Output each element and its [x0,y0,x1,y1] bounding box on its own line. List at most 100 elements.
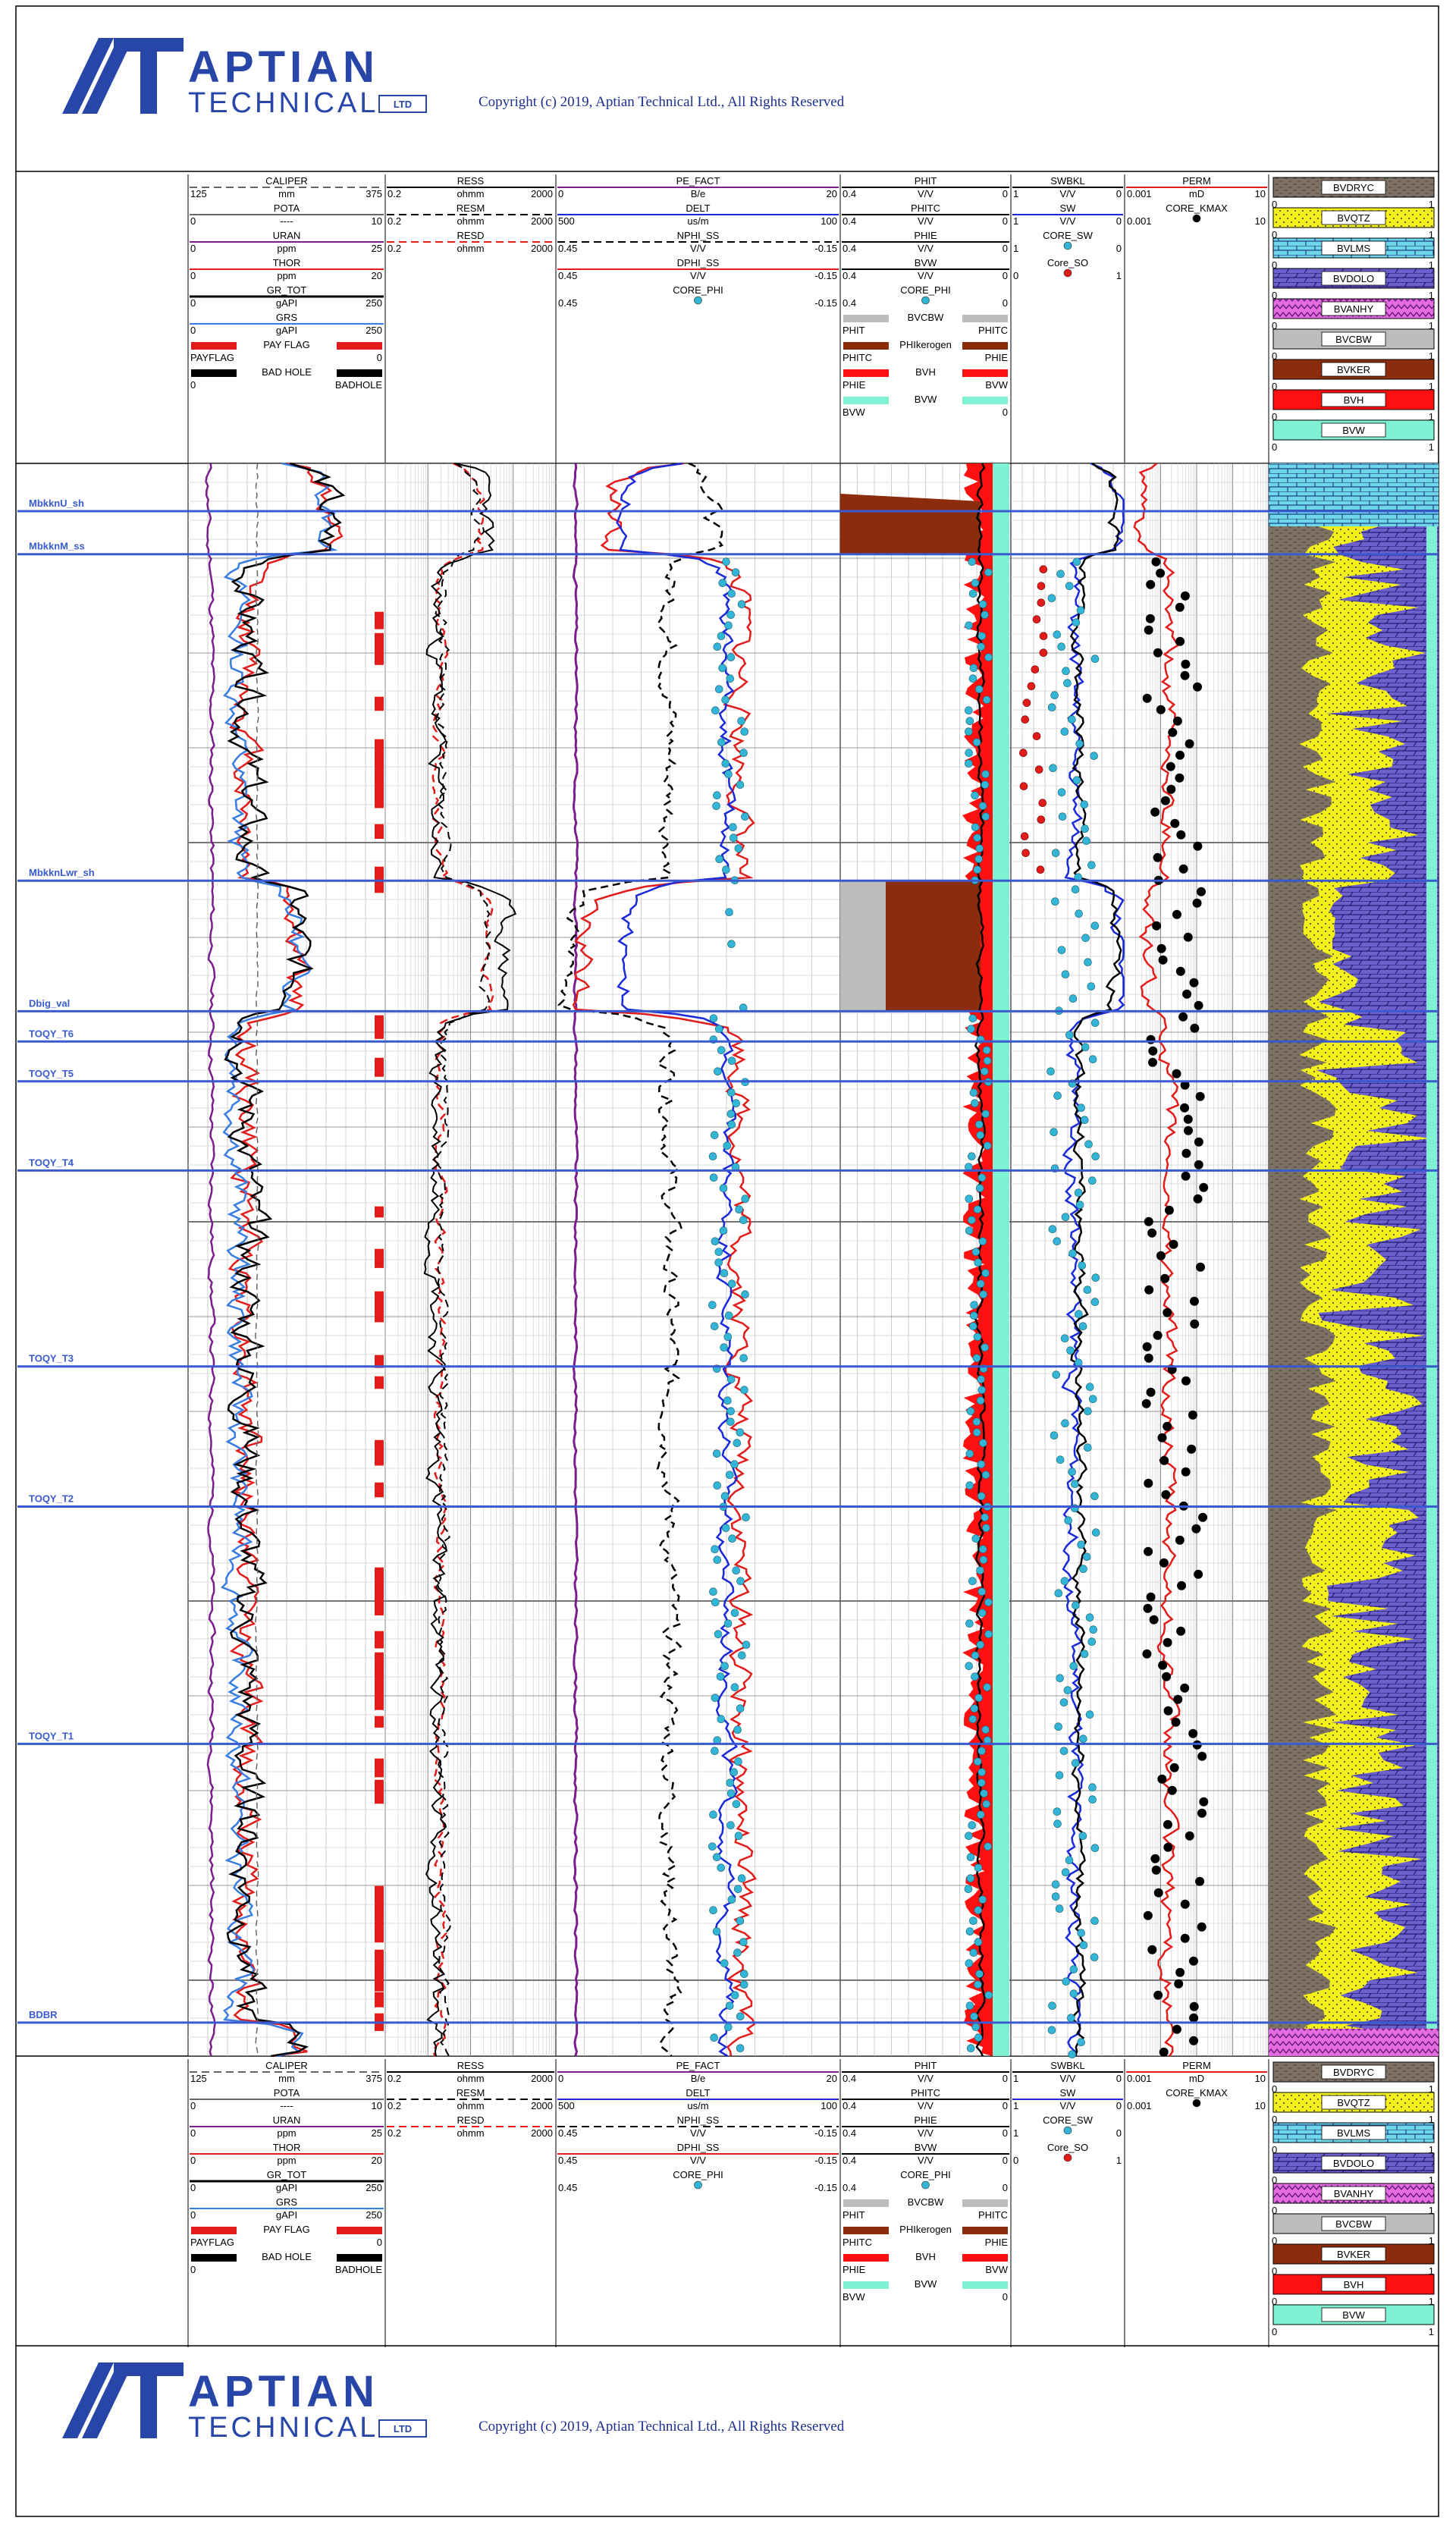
core-sw-point [1091,1152,1100,1160]
core-phi-point [723,2023,733,2031]
hdr-max-perm-5-0-bottom: 10 [1255,2073,1266,2084]
core-sw-point [1046,1067,1055,1075]
core-phi-point-t4 [965,717,974,726]
core-sw-point [1085,1613,1094,1621]
hdr-name-bvw-3-3-bottom: BVW [915,2142,937,2153]
hdr-fill-left-bvh-3-2: PHIE [843,379,866,391]
top-label-mbkknlwr_sh: MbkknLwr_sh [29,867,95,878]
core-kmax-point [1169,1763,1179,1772]
core-kmax-point [1163,1706,1173,1716]
core-phi-point-t4 [965,1619,974,1628]
core-phi-point [736,2044,745,2052]
hdr-max-resm-1-1: 2000 [531,215,553,227]
core-kmax-point [1199,1797,1209,1807]
payflag-mark [375,1015,384,1039]
core-sw-point [1078,1832,1087,1840]
hdr-name-resm-1-1: RESM [457,202,485,214]
hdr-min-core_kmax-5-1-bottom: 0.001 [1127,2100,1152,2111]
hdr-fill-name-phikerogen-3-1-bottom: PHIkerogen [899,2224,952,2235]
hdr-min-ress-1-0-bottom: 0.2 [388,2073,401,2084]
hdr-unit-perm-5-0: mD [1189,188,1204,199]
hdr-name-delt-2-1-bottom: DELT [686,2087,710,2099]
core-kmax-point [1198,1512,1208,1522]
core-phi-point-t4 [965,1662,973,1670]
hdr-max-dphi_ss-2-3-bottom: -0.15 [814,2155,837,2166]
copyright-text: Copyright (c) 2019, Aptian Technical Ltd… [479,94,845,110]
lith-min-bvw-bottom: 0 [1272,2326,1277,2337]
core-phi-point [740,1970,748,1978]
core-phi-point [711,1694,720,1702]
core-kmax-point [1197,1751,1207,1761]
core-kmax-point [1188,1410,1197,1420]
core-phi-point [720,1492,730,1500]
core-phi-point [711,1545,719,1553]
core-phi-point [714,1258,723,1267]
core-sw-point [1047,2026,1056,2034]
core-sw-point [1075,1310,1083,1318]
hdr-fill-swatch-b-bad-hole-0-1-bottom [337,2254,382,2262]
core-kmax-point [1159,1558,1169,1568]
hdr-unit-resd-1-2-bottom: ohmm [457,2127,484,2139]
hdr-max-phit-3-0: 0 [1003,188,1008,199]
core-phi-point [719,1226,728,1235]
core-phi-point-t4 [978,1609,987,1617]
hdr-name-phit-3-0-bottom: PHIT [915,2060,937,2071]
core-so-point [1039,565,1048,574]
payflag-mark [375,1928,384,1943]
payflag-mark [375,760,384,783]
core-phi-point-t4 [964,1885,973,1893]
core-phi-point [729,823,737,831]
core-sw-point [1053,630,1062,639]
lith-label-bvqtz-bottom: BVQTZ [1337,2097,1370,2108]
core-phi-point-t4 [966,1853,975,1861]
core-phi-point-t4 [968,1577,977,1585]
track-3-grid [555,463,841,2057]
core-sw-point [1088,1795,1097,1804]
hdr-name-perm-5-0-bottom: PERM [1182,2060,1211,2071]
hdr-max-nphi_ss-2-2: -0.15 [814,243,837,254]
core-kmax-point [1141,1399,1151,1408]
hdr-fill-right-bad-hole-0-1: BADHOLE [335,379,382,391]
header-logo: APTIAN TECHNICAL LTD Copyright (c) 2019,… [62,38,845,119]
core-phi-point-t4 [970,2012,978,2020]
hdr-min-resm-1-1-bottom: 0.2 [388,2100,401,2111]
core-kmax-point [1144,1353,1153,1363]
core-so-point [1020,832,1029,840]
core-phi-point [730,1991,739,1999]
lith-label-bvdolo: BVDOLO [1333,273,1374,284]
core-kmax-point [1175,1967,1185,1977]
hdr-fill-right-bvw-3-3-bottom: 0 [1003,2291,1008,2303]
core-phi-point-t4 [974,855,983,863]
core-kmax-point [1153,1330,1163,1340]
hdr-fill-swatch-a-bad-hole-0-1-bottom [191,2254,237,2262]
core-phi-point-t4 [977,1768,987,1776]
hdr-unit-phitc-3-1-bottom: V/V [918,2100,934,2111]
core-so-point [1036,865,1045,874]
core-phi-point-t4 [977,1460,986,1468]
hdr-fill-name-bvh-3-2-bottom: BVH [915,2251,936,2262]
core-phi-point [717,632,726,641]
logo-name-a: APTIAN [188,42,379,92]
core-sw-point [1077,1103,1085,1112]
payflag-mark [375,696,384,711]
hdr-max-phie-3-2: 0 [1003,243,1008,254]
core-kmax-point [1175,773,1185,783]
core-kmax-point [1175,1535,1185,1545]
top-label-toqy_t1: TOQY_T1 [29,1730,74,1741]
hdr-max-phitc-3-1: 0 [1003,215,1008,227]
core-kmax-point [1197,887,1206,896]
core-kmax-point [1189,1296,1199,1306]
core-sw-point [1059,1747,1068,1755]
core-kmax-point [1175,636,1185,646]
core-sw-point [1090,1917,1099,1925]
core-phi-point [717,1046,726,1054]
hdr-min-core_phi-2-4-bottom: 0.45 [558,2182,577,2193]
hdr-name-pota-0-1-bottom: POTA [274,2087,300,2099]
hdr-max-core_sw-4-2: 0 [1116,243,1122,254]
hdr-fill-swatch-a-bvcbw-3-0-bottom [843,2199,889,2207]
core-kmax-point [1195,1091,1205,1101]
core-sw-point [1065,1856,1074,1864]
core-kmax-point [1171,1717,1181,1727]
hdr-marker-core_phi-3-4-bottom [921,2180,930,2190]
core-phi-point-t4 [974,1938,983,1946]
